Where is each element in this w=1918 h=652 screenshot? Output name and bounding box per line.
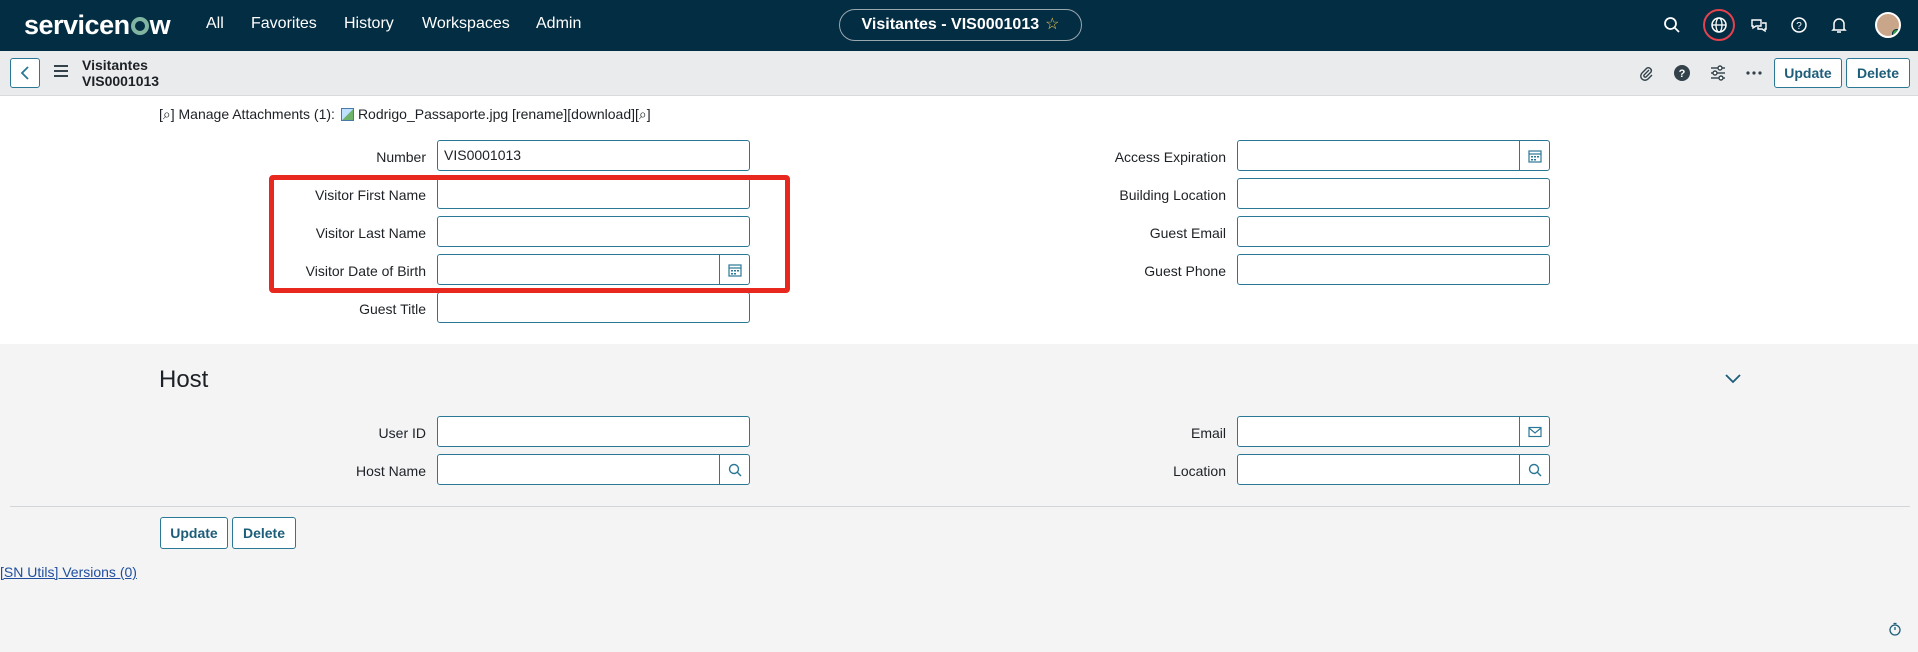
access-expiration-field[interactable] <box>1237 140 1520 171</box>
email-label: Email <box>1190 425 1226 441</box>
manage-attachments-link[interactable]: [⌕] Manage Attachments (1): <box>159 106 335 122</box>
guest-title-field[interactable] <box>437 292 750 323</box>
record-title-pill[interactable]: Visitantes - VIS0001013 ☆ <box>839 9 1082 41</box>
record-table-name: Visitantes <box>82 57 148 73</box>
mail-envelope-icon[interactable] <box>1519 416 1550 447</box>
chevron-left-icon <box>20 66 29 80</box>
response-time-clock-icon[interactable] <box>1888 622 1902 636</box>
host-section-title: Host <box>159 366 209 393</box>
search-icon[interactable] <box>1660 13 1684 37</box>
calendar-icon[interactable] <box>1519 140 1550 171</box>
section-divider <box>10 506 1910 507</box>
visitor-fields-highlight-box <box>269 175 790 293</box>
building-location-label: Building Location <box>1119 187 1226 203</box>
nav-workspaces[interactable]: Workspaces <box>422 15 510 33</box>
footer-delete-button[interactable]: Delete <box>232 517 296 549</box>
nav-admin[interactable]: Admin <box>536 15 581 33</box>
lookup-search-icon[interactable] <box>719 454 750 485</box>
attachments-row: [⌕] Manage Attachments (1): Rodrigo_Passa… <box>159 106 651 123</box>
host-name-label: Host Name <box>355 463 426 479</box>
personalize-sliders-icon[interactable] <box>1707 62 1729 84</box>
guest-phone-field[interactable] <box>1237 254 1550 285</box>
collapse-chevron-icon[interactable] <box>1723 372 1743 386</box>
access-expiration-label: Access Expiration <box>1114 149 1226 165</box>
globe-icon[interactable] <box>1707 13 1731 37</box>
context-menu-icon[interactable] <box>54 65 68 79</box>
user-id-field[interactable] <box>437 416 750 447</box>
image-file-icon <box>340 108 354 121</box>
svg-text:?: ? <box>1679 68 1686 80</box>
lookup-search-icon[interactable] <box>1519 454 1550 485</box>
sn-utils-versions-link[interactable]: [SN Utils] Versions (0) <box>0 564 137 580</box>
email-field[interactable] <box>1237 416 1520 447</box>
back-button[interactable] <box>10 58 40 88</box>
nav-favorites[interactable]: Favorites <box>251 15 317 33</box>
record-number: VIS0001013 <box>82 73 160 89</box>
building-location-field[interactable] <box>1237 178 1550 209</box>
nav-all[interactable]: All <box>206 15 224 33</box>
paperclip-attachment-icon[interactable] <box>1635 62 1657 84</box>
attachment-file-name[interactable]: Rodrigo_Passaporte.jpg <box>358 106 508 122</box>
user-id-label: User ID <box>378 425 426 441</box>
guest-email-field[interactable] <box>1237 216 1550 247</box>
location-field[interactable] <box>1237 454 1520 485</box>
help-circle-icon[interactable]: ? <box>1671 62 1693 84</box>
location-label: Location <box>1173 463 1226 479</box>
header-delete-button[interactable]: Delete <box>1846 58 1910 88</box>
help-icon[interactable]: ? <box>1787 13 1811 37</box>
host-name-field[interactable] <box>437 454 720 485</box>
nav-history[interactable]: History <box>344 15 394 33</box>
chat-icon[interactable] <box>1747 13 1771 37</box>
attachment-actions[interactable]: [rename][download][⌕] <box>512 106 651 122</box>
servicenow-logo[interactable]: servicen w <box>24 10 171 41</box>
notifications-bell-icon[interactable] <box>1827 13 1851 37</box>
footer-update-button[interactable]: Update <box>160 517 228 549</box>
guest-phone-label: Guest Phone <box>1144 263 1226 279</box>
number-label: Number <box>376 149 426 165</box>
guest-title-label: Guest Title <box>359 301 426 317</box>
number-field[interactable]: VIS0001013 <box>437 140 750 171</box>
user-avatar[interactable] <box>1875 12 1901 38</box>
favorite-star-icon[interactable]: ☆ <box>1045 16 1059 33</box>
guest-email-label: Guest Email <box>1149 225 1226 241</box>
more-options-icon[interactable] <box>1743 62 1765 84</box>
svg-text:?: ? <box>1796 21 1802 32</box>
header-update-button[interactable]: Update <box>1774 58 1842 88</box>
form-header-bar <box>0 51 1918 96</box>
record-heading: Visitantes VIS0001013 <box>82 57 159 89</box>
record-title-text: Visitantes - VIS0001013 <box>861 16 1040 33</box>
